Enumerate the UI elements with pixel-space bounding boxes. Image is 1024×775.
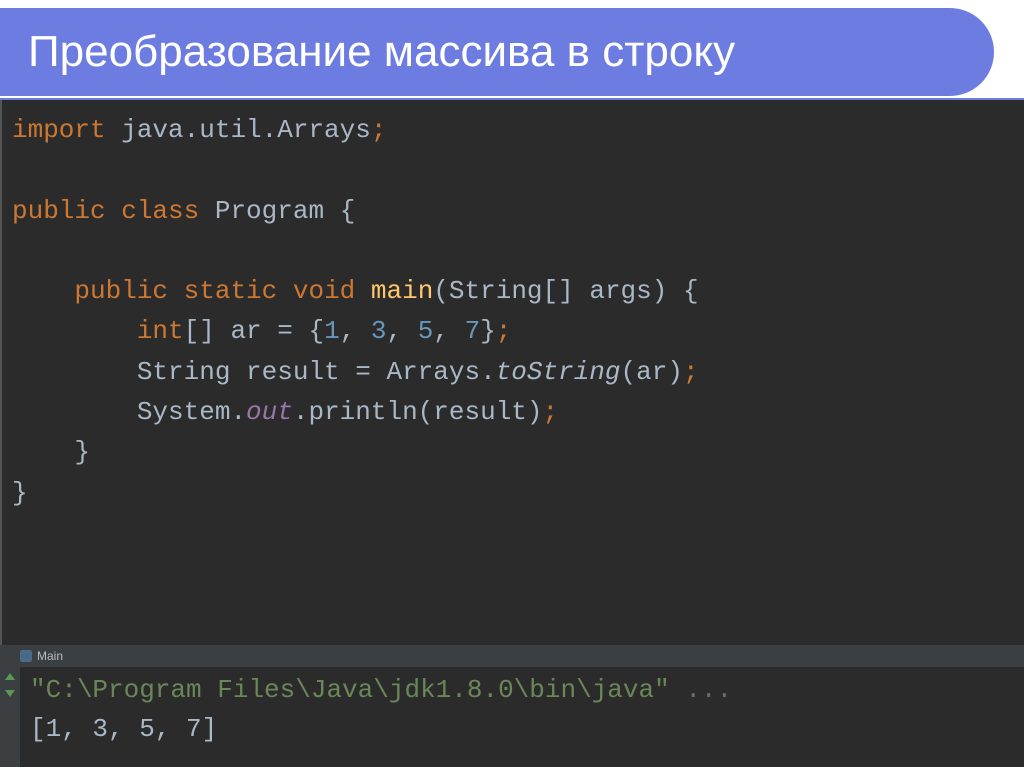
code-line-5: public static void main(String[] args) {: [12, 271, 1024, 311]
code-line-3: public class Program {: [12, 191, 1024, 231]
editor-gutter: [0, 100, 2, 645]
console-text: "C:\Program Files\Java\jdk1.8.0\bin\java…: [20, 667, 742, 767]
console-output: "C:\Program Files\Java\jdk1.8.0\bin\java…: [0, 667, 1024, 767]
code-line-1: import java.util.Arrays;: [12, 110, 1024, 150]
console-command-line: "C:\Program Files\Java\jdk1.8.0\bin\java…: [30, 671, 732, 710]
code-line-4: [12, 231, 1024, 271]
console-gutter: [0, 667, 20, 767]
code-line-7: String result = Arrays.toString(ar);: [12, 352, 1024, 392]
stack-down-icon[interactable]: [5, 690, 15, 697]
slide-title: Преобразование массива в строку: [28, 27, 735, 77]
code-line-9: }: [12, 432, 1024, 472]
stack-up-icon[interactable]: [5, 673, 15, 680]
run-config-icon: [20, 650, 32, 662]
code-line-8: System.out.println(result);: [12, 392, 1024, 432]
slide-header: Преобразование массива в строку: [0, 8, 994, 96]
console-tab-label: Main: [37, 649, 63, 663]
code-line-10: }: [12, 473, 1024, 513]
code-editor: import java.util.Arrays; public class Pr…: [0, 100, 1024, 645]
code-line-6: int[] ar = {1, 3, 5, 7};: [12, 311, 1024, 351]
console-tab-bar: Main: [0, 645, 1024, 667]
console-tab-main[interactable]: Main: [20, 649, 63, 663]
console-result-line: [1, 3, 5, 7]: [30, 710, 732, 749]
code-line-2: [12, 150, 1024, 190]
